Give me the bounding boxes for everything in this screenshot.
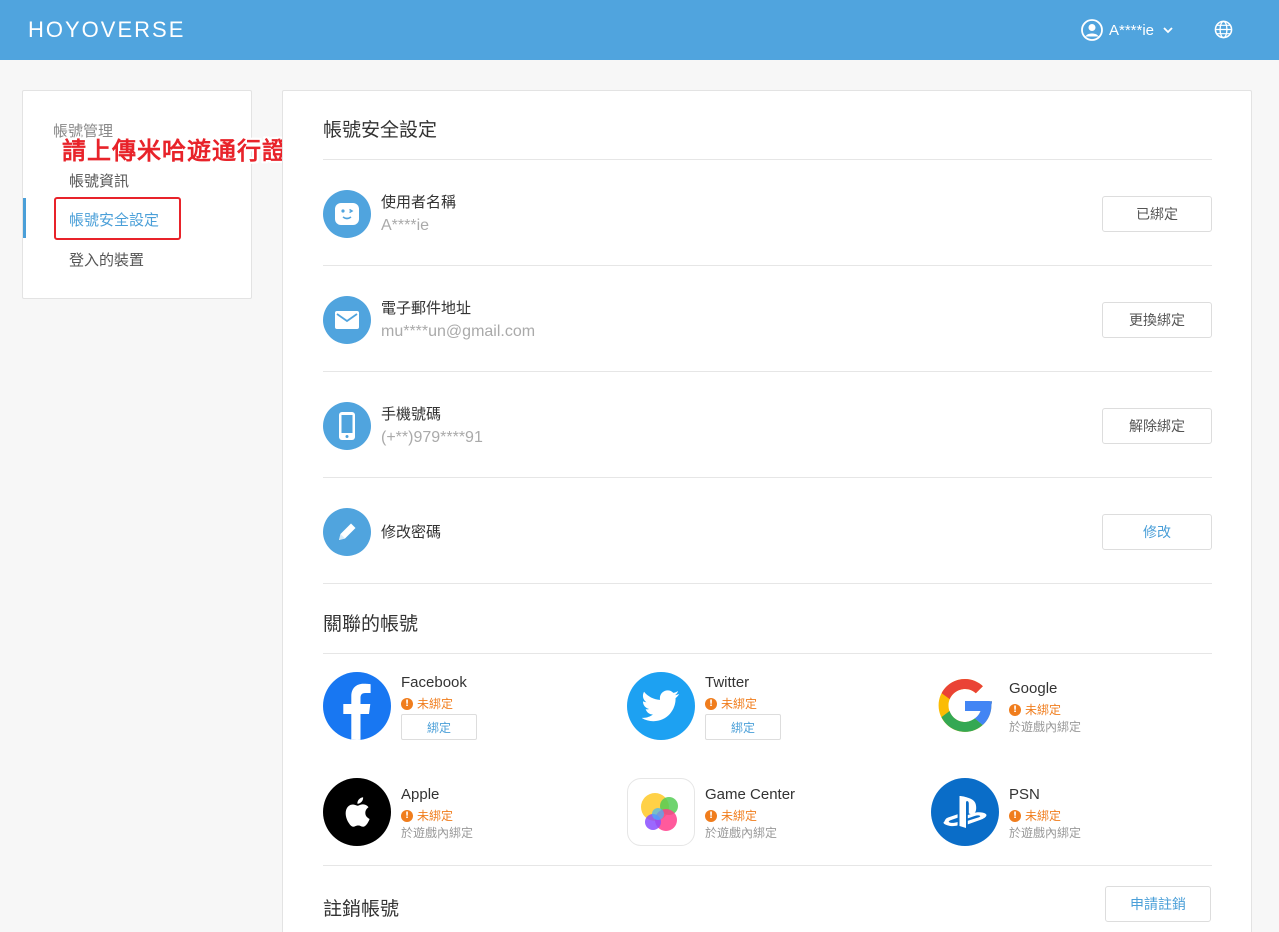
divider	[323, 865, 1212, 866]
username-label: 使用者名稱	[381, 193, 457, 211]
deactivate-account-title: 註銷帳號	[323, 898, 400, 920]
chevron-down-icon	[1163, 27, 1173, 34]
game-center-icon	[627, 778, 695, 846]
warning-icon: !	[705, 697, 717, 710]
username-bound-button[interactable]: 已綁定	[1102, 196, 1212, 232]
warning-icon: !	[401, 697, 413, 710]
twitter-bind-button[interactable]: 綁定	[705, 714, 781, 740]
top-bar: HOYOVERSE A****ie	[0, 0, 1279, 60]
psn-status: ! 未綁定	[1009, 807, 1061, 824]
apple-status: ! 未綁定	[401, 807, 453, 824]
facebook-icon	[323, 672, 391, 740]
game-center-status: ! 未綁定	[705, 807, 757, 824]
security-settings-panel: 帳號安全設定 使用者名稱 A****ie 已綁定 電子郵件地址 mu****un…	[282, 90, 1252, 932]
psn-name: PSN	[1009, 786, 1040, 803]
google-status: ! 未綁定	[1009, 701, 1061, 718]
facebook-name: Facebook	[401, 674, 467, 691]
change-password-label: 修改密碼	[381, 523, 442, 541]
warning-icon: !	[705, 809, 717, 822]
face-icon	[323, 190, 371, 238]
apple-account: Apple ! 未綁定 於遊戲內綁定	[323, 778, 603, 848]
email-row: 電子郵件地址 mu****un@gmail.com 更換綁定	[323, 285, 1212, 355]
twitter-icon	[627, 672, 695, 740]
hoyoverse-logo[interactable]: HOYOVERSE	[28, 18, 185, 42]
email-value: mu****un@gmail.com	[381, 323, 536, 340]
divider	[323, 159, 1212, 160]
password-row: 修改密碼 修改	[323, 497, 1212, 567]
apple-note: 於遊戲內綁定	[401, 826, 474, 840]
divider	[323, 653, 1212, 654]
sidebar-active-indicator	[23, 198, 26, 238]
google-icon	[931, 672, 999, 740]
apple-icon	[323, 778, 391, 846]
change-email-button[interactable]: 更換綁定	[1102, 302, 1212, 338]
mail-icon	[323, 296, 371, 344]
linked-accounts-title: 關聯的帳號	[323, 613, 419, 635]
sidebar-item-logged-in-devices[interactable]: 登入的裝置	[69, 249, 144, 270]
game-center-account: Game Center ! 未綁定 於遊戲內綁定	[627, 778, 907, 848]
divider	[323, 371, 1212, 372]
user-menu[interactable]: A****ie	[1081, 18, 1174, 42]
twitter-name: Twitter	[705, 674, 750, 691]
divider	[323, 583, 1212, 584]
google-name: Google	[1009, 680, 1058, 697]
page-title: 帳號安全設定	[323, 119, 438, 141]
change-password-button[interactable]: 修改	[1102, 514, 1212, 550]
google-account: Google ! 未綁定 於遊戲內綁定	[931, 672, 1211, 742]
warning-icon: !	[1009, 809, 1021, 822]
pencil-icon	[323, 508, 371, 556]
psn-note: 於遊戲內綁定	[1009, 826, 1082, 840]
psn-account: PSN ! 未綁定 於遊戲內綁定	[931, 778, 1211, 848]
username-value: A****ie	[381, 217, 430, 234]
facebook-bind-button[interactable]: 綁定	[401, 714, 477, 740]
apple-name: Apple	[401, 786, 440, 803]
phone-icon	[323, 402, 371, 450]
divider	[323, 477, 1212, 478]
email-label: 電子郵件地址	[381, 299, 472, 317]
playstation-icon	[931, 778, 999, 846]
sidebar: 帳號管理 帳號資訊 帳號安全設定 登入的裝置	[22, 90, 252, 299]
username-label: A****ie	[1109, 21, 1155, 39]
username-row: 使用者名稱 A****ie 已綁定	[323, 179, 1212, 249]
game-center-note: 於遊戲內綁定	[705, 826, 778, 840]
facebook-status: ! 未綁定	[401, 695, 453, 712]
warning-icon: !	[1009, 703, 1021, 716]
google-note: 於遊戲內綁定	[1009, 720, 1082, 734]
divider	[323, 265, 1212, 266]
request-deactivation-button[interactable]: 申請註銷	[1105, 886, 1211, 922]
user-avatar-icon	[1081, 19, 1103, 41]
twitter-account: Twitter ! 未綁定 綁定	[627, 672, 907, 742]
facebook-account: Facebook ! 未綁定 綁定	[323, 672, 603, 742]
globe-icon[interactable]	[1214, 20, 1233, 39]
phone-label: 手機號碼	[381, 405, 442, 423]
sidebar-item-account-info[interactable]: 帳號資訊	[69, 170, 129, 191]
unbind-phone-button[interactable]: 解除綁定	[1102, 408, 1212, 444]
twitter-status: ! 未綁定	[705, 695, 757, 712]
warning-icon: !	[401, 809, 413, 822]
annotation-highlight-box	[54, 197, 181, 240]
phone-value: (+**)979****91	[381, 429, 483, 446]
game-center-name: Game Center	[705, 786, 796, 803]
phone-row: 手機號碼 (+**)979****91 解除綁定	[323, 391, 1212, 461]
